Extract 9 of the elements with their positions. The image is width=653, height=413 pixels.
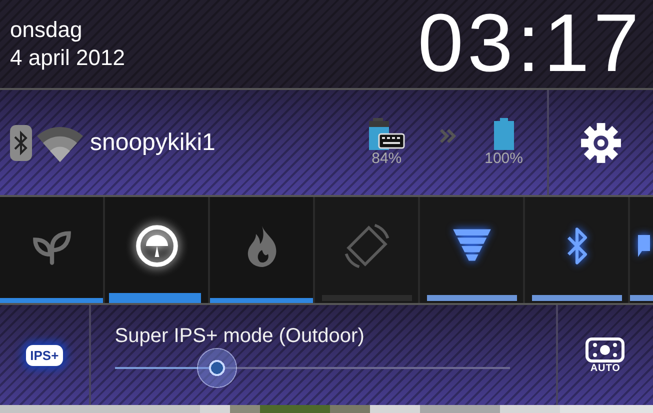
mode-label: Super IPS+ mode (Outdoor) xyxy=(114,325,366,348)
auto-label: AUTO xyxy=(590,362,620,374)
dock-battery-percent: 84% xyxy=(372,150,402,167)
date-text: 4 april 2012 xyxy=(10,45,125,71)
network-name: snoopykiki1 xyxy=(90,128,216,156)
clock-time: 03:17 xyxy=(418,3,643,85)
ips-mode-button[interactable]: IPS+ xyxy=(26,344,63,366)
battery-percent: 100% xyxy=(484,150,523,167)
weekday: onsdag xyxy=(10,17,84,43)
